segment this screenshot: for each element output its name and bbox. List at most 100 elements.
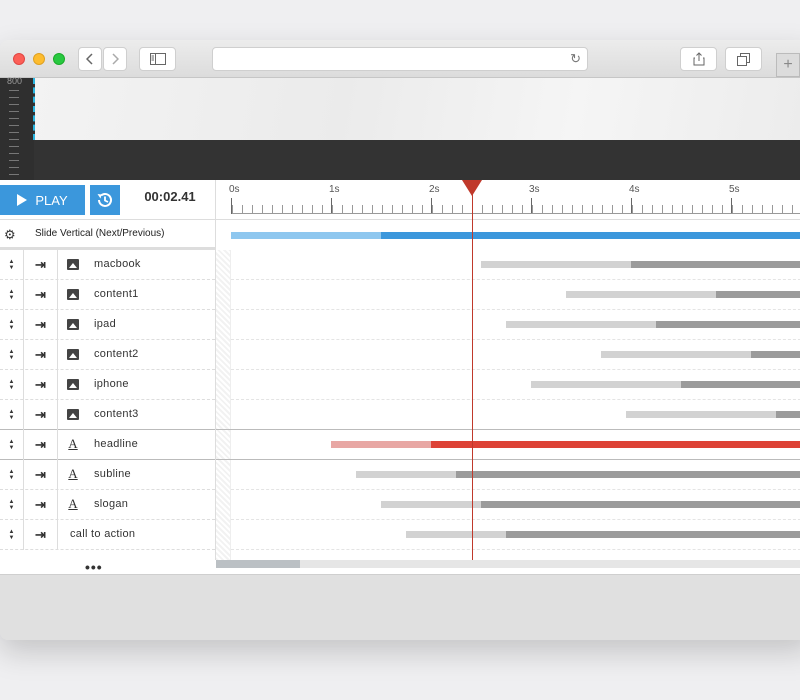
layer-bar-duration[interactable] — [631, 261, 800, 268]
layer-bar-transition[interactable] — [531, 381, 681, 388]
layer-in-icon[interactable]: ⇥ — [24, 430, 58, 460]
playhead-line[interactable] — [472, 194, 473, 560]
timeline-minor-ticks — [232, 205, 800, 213]
layer-in-icon[interactable]: ⇥ — [24, 340, 58, 370]
stage-canvas[interactable] — [35, 78, 800, 140]
layer-bar-transition[interactable] — [356, 471, 456, 478]
sort-handle-icon[interactable]: ▲ ▼ — [0, 310, 24, 340]
scrollbar-thumb[interactable] — [216, 560, 300, 568]
layer-row[interactable]: ▲ ▼ ⇥ iphone — [0, 370, 215, 400]
layer-row[interactable]: ▲ ▼ ⇥ Aslogan — [0, 490, 215, 520]
image-glyph — [67, 318, 79, 330]
layer-in-icon[interactable]: ⇥ — [24, 460, 58, 490]
sort-handle-icon[interactable]: ▲ ▼ — [0, 250, 24, 280]
layer-name: content3 — [94, 408, 139, 420]
layer-bar-transition[interactable] — [381, 501, 481, 508]
image-glyph — [67, 288, 79, 300]
share-icon — [693, 52, 704, 66]
layer-in-icon[interactable]: ⇥ — [24, 520, 58, 550]
layer-row[interactable]: ▲ ▼ ⇥ call to action — [0, 520, 215, 550]
sort-down-icon: ▼ — [8, 415, 15, 421]
sort-down-icon: ▼ — [8, 295, 15, 301]
layer-in-icon[interactable]: ⇥ — [24, 280, 58, 310]
timeline-ruler[interactable]: 0s 1s 2s 3s 4s 5s — [216, 180, 800, 220]
timeline-second-label: 2s — [429, 184, 440, 195]
more-handle[interactable]: ••• — [85, 560, 103, 574]
group-bar-intro[interactable] — [231, 232, 381, 239]
layer-in-icon[interactable]: ⇥ — [24, 250, 58, 280]
layer-bar-duration[interactable] — [776, 411, 800, 418]
forward-button[interactable] — [103, 47, 127, 71]
sidebar-toggle-button[interactable] — [139, 47, 176, 71]
play-button[interactable]: PLAY — [0, 185, 85, 215]
chevron-left-icon — [86, 53, 93, 65]
layer-bar-duration[interactable] — [716, 291, 800, 298]
sort-handle-icon[interactable]: ▲ ▼ — [0, 280, 24, 310]
layer-bar-transition[interactable] — [506, 321, 656, 328]
layer-in-icon[interactable]: ⇥ — [24, 400, 58, 430]
group-bar-main[interactable] — [381, 232, 800, 239]
layer-bar-transition[interactable] — [626, 411, 776, 418]
layer-row[interactable]: ▲ ▼ ⇥ content3 — [0, 400, 215, 430]
tabs-overview-button[interactable] — [725, 47, 762, 71]
bottom-panel — [0, 574, 800, 640]
layer-bar-duration[interactable] — [656, 321, 800, 328]
playhead-handle[interactable] — [462, 180, 482, 196]
layer-name: subline — [94, 468, 131, 480]
horizontal-scrollbar[interactable] — [216, 560, 800, 568]
layer-bar-duration[interactable] — [681, 381, 800, 388]
timeline-row-divider — [231, 399, 800, 400]
timeline-row-divider — [231, 279, 800, 280]
layer-bar-duration[interactable] — [506, 531, 800, 538]
timeline-second-label: 5s — [729, 184, 740, 195]
gear-icon[interactable]: ⚙ — [4, 227, 16, 243]
sort-handle-icon[interactable]: ▲ ▼ — [0, 520, 24, 550]
layer-bar-duration[interactable] — [481, 501, 800, 508]
share-button[interactable] — [680, 47, 717, 71]
layer-bar-duration[interactable] — [751, 351, 800, 358]
layer-row[interactable]: ▲ ▼ ⇥ content1 — [0, 280, 215, 310]
reload-icon[interactable]: ↻ — [570, 51, 581, 67]
timeline-editor: PLAY 00:02.41 0s 1s 2s 3s 4s 5s ⚙ Slide Verti… — [0, 180, 800, 574]
ruler-label: 800 — [7, 76, 23, 86]
sort-handle-icon[interactable]: ▲ ▼ — [0, 400, 24, 430]
layer-bar-duration[interactable] — [431, 441, 800, 448]
layer-name: ipad — [94, 318, 116, 330]
close-window-button[interactable] — [13, 53, 25, 65]
sort-handle-icon[interactable]: ▲ ▼ — [0, 430, 24, 460]
layer-bar-transition[interactable] — [601, 351, 751, 358]
timeline-second-label: 1s — [329, 184, 340, 195]
minimize-window-button[interactable] — [33, 53, 45, 65]
layer-bar-transition[interactable] — [566, 291, 716, 298]
layer-in-icon[interactable]: ⇥ — [24, 310, 58, 340]
layer-in-icon[interactable]: ⇥ — [24, 370, 58, 400]
layer-row[interactable]: ▲ ▼ ⇥ content2 — [0, 340, 215, 370]
layer-bar-duration[interactable] — [456, 471, 800, 478]
layer-row[interactable]: ▲ ▼ ⇥ Asubline — [0, 460, 215, 490]
timeline-baseline — [232, 213, 800, 214]
sort-handle-icon[interactable]: ▲ ▼ — [0, 460, 24, 490]
address-bar[interactable]: ↻ — [212, 47, 588, 71]
sort-handle-icon[interactable]: ▲ ▼ — [0, 370, 24, 400]
layer-in-icon[interactable]: ⇥ — [24, 490, 58, 520]
replay-button[interactable] — [90, 185, 120, 215]
zoom-window-button[interactable] — [53, 53, 65, 65]
sort-down-icon: ▼ — [8, 535, 15, 541]
new-tab-button[interactable]: + — [776, 53, 800, 77]
layer-bar-transition[interactable] — [406, 531, 506, 538]
text-glyph: A — [68, 466, 78, 481]
layer-bar-transition[interactable] — [481, 261, 631, 268]
current-time: 00:02.41 — [144, 189, 196, 204]
image-glyph — [67, 408, 79, 420]
group-row[interactable]: ⚙ Slide Vertical (Next/Previous) — [0, 220, 215, 250]
transport-controls: PLAY 00:02.41 — [0, 180, 215, 220]
layer-row[interactable]: ▲ ▼ ⇥ macbook — [0, 250, 215, 280]
sort-handle-icon[interactable]: ▲ ▼ — [0, 490, 24, 520]
layer-row[interactable]: ▲ ▼ ⇥ ipad — [0, 310, 215, 340]
timeline-row-divider — [231, 489, 800, 490]
layer-row[interactable]: ▲ ▼ ⇥ Aheadline — [0, 430, 215, 460]
layer-bar-transition[interactable] — [331, 441, 431, 448]
chevron-right-icon — [112, 53, 119, 65]
sort-handle-icon[interactable]: ▲ ▼ — [0, 340, 24, 370]
back-button[interactable] — [78, 47, 102, 71]
